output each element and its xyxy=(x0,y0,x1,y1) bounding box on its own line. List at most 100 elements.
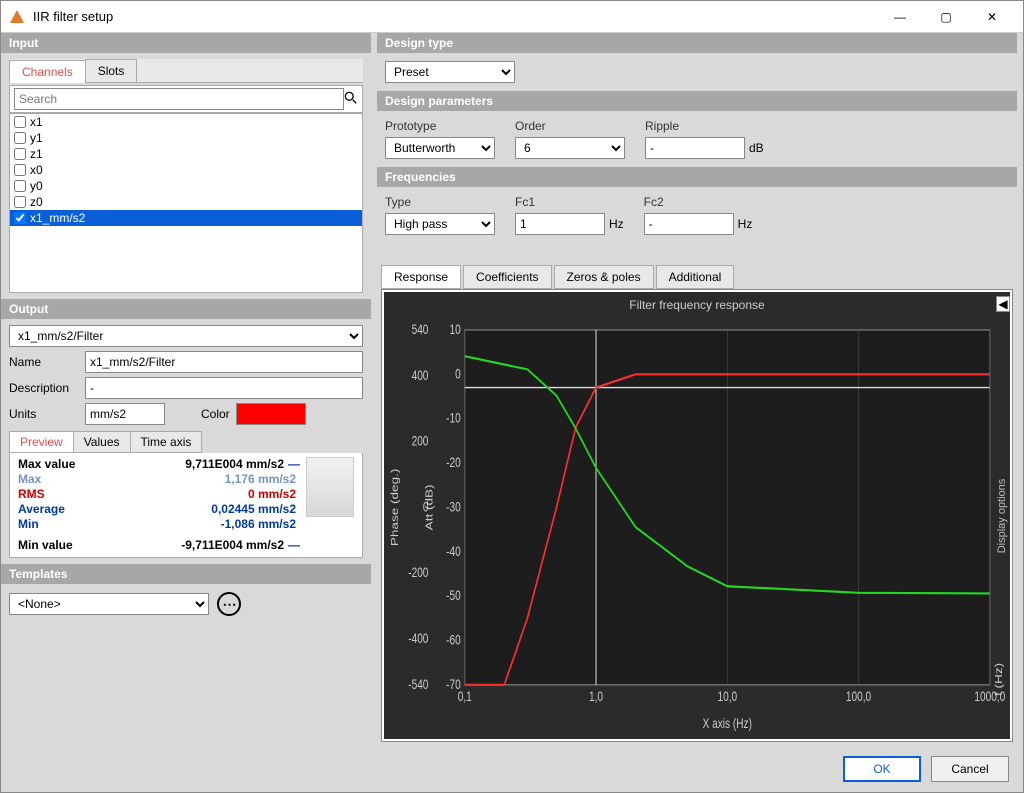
svg-text:1,0: 1,0 xyxy=(589,689,603,705)
design-type-panel: Preset xyxy=(377,53,1017,91)
chart-canvas[interactable]: Filter frequency response ◀ Display opti… xyxy=(384,292,1010,739)
output-header: Output xyxy=(1,299,371,319)
chart-side-tab[interactable]: ◀ xyxy=(996,296,1010,312)
cancel-button[interactable]: Cancel xyxy=(931,756,1009,782)
app-window: IIR filter setup — ▢ ✕ Input Channels Sl… xyxy=(0,0,1024,793)
channel-row[interactable]: y1 xyxy=(10,130,362,146)
output-panel: x1_mm/s2/Filter Name Description Units C… xyxy=(1,319,371,564)
preview-sparkline xyxy=(306,457,354,517)
stat-minvalue: -9,711E004 mm/s2 xyxy=(108,538,288,553)
tab-response[interactable]: Response xyxy=(381,265,461,289)
tab-preview[interactable]: Preview xyxy=(9,431,74,453)
svg-text:-40: -40 xyxy=(446,543,461,559)
svg-text:-20: -20 xyxy=(446,455,461,471)
dialog-footer: OK Cancel xyxy=(1,746,1023,792)
tab-channels[interactable]: Channels xyxy=(9,60,86,83)
tab-time-axis[interactable]: Time axis xyxy=(130,431,203,453)
display-options-label[interactable]: Display options xyxy=(996,478,1008,553)
stat-max: 1,176 mm/s2 xyxy=(108,472,300,487)
chart-title: Filter frequency response xyxy=(384,298,1010,312)
name-input[interactable] xyxy=(85,351,363,373)
tab-slots[interactable]: Slots xyxy=(85,59,138,82)
search-row xyxy=(9,85,363,113)
order-label: Order xyxy=(515,119,625,133)
channel-label: x1 xyxy=(30,115,43,129)
templates-more-button[interactable]: ⋯ xyxy=(217,592,241,616)
units-input[interactable] xyxy=(85,403,165,425)
right-column: Design type Preset Design parameters Pro… xyxy=(377,33,1023,746)
color-swatch[interactable] xyxy=(236,403,306,425)
channel-checkbox[interactable] xyxy=(14,180,26,192)
fc1-unit: Hz xyxy=(609,217,624,231)
templates-panel: <None> ⋯ xyxy=(1,584,371,624)
svg-text:-10: -10 xyxy=(446,410,461,426)
channel-checkbox[interactable] xyxy=(14,148,26,160)
fc2-unit: Hz xyxy=(738,217,753,231)
svg-text:100,0: 100,0 xyxy=(846,689,872,705)
app-icon xyxy=(9,9,25,25)
svg-text:200: 200 xyxy=(412,433,429,449)
design-type-header: Design type xyxy=(377,33,1017,53)
channel-list[interactable]: x1 y1 z1x0y0z0 x1_mm/s2 xyxy=(9,113,363,293)
freq-type-select[interactable]: High pass xyxy=(385,213,495,235)
prototype-select[interactable]: Butterworth xyxy=(385,137,495,159)
channel-row[interactable]: z0 xyxy=(10,194,362,210)
units-label: Units xyxy=(9,407,79,421)
svg-text:f (Hz): f (Hz) xyxy=(993,663,1005,696)
prototype-label: Prototype xyxy=(385,119,495,133)
tab-additional[interactable]: Additional xyxy=(656,265,735,289)
channel-checkbox[interactable] xyxy=(14,196,26,208)
ripple-input[interactable] xyxy=(645,137,745,159)
search-icon[interactable] xyxy=(344,91,358,108)
stat-maxvalue: 9,711E004 mm/s2 xyxy=(108,457,288,472)
channel-label: x1_mm/s2 xyxy=(30,211,85,225)
tab-coefficients[interactable]: Coefficients xyxy=(463,265,551,289)
chart-svg: 0,11,010,0100,01000,0100-10-20-30-40-50-… xyxy=(384,292,1010,739)
tab-zeros-poles[interactable]: Zeros & poles xyxy=(554,265,654,289)
maximize-button[interactable]: ▢ xyxy=(923,1,969,33)
input-tabs: Channels Slots xyxy=(9,59,363,83)
ok-button[interactable]: OK xyxy=(843,756,921,782)
channel-label: z0 xyxy=(30,195,43,209)
frequencies-header: Frequencies xyxy=(377,167,1017,187)
svg-text:10: 10 xyxy=(450,322,462,338)
description-input[interactable] xyxy=(85,377,363,399)
minimize-button[interactable]: — xyxy=(877,1,923,33)
ripple-label: Ripple xyxy=(645,119,764,133)
close-button[interactable]: ✕ xyxy=(969,1,1015,33)
channel-row[interactable]: x0 xyxy=(10,162,362,178)
svg-text:-400: -400 xyxy=(408,630,428,646)
channel-checkbox[interactable] xyxy=(14,212,26,224)
channel-label: y1 xyxy=(30,131,43,145)
channel-checkbox[interactable] xyxy=(14,116,26,128)
channel-checkbox[interactable] xyxy=(14,132,26,144)
channel-label: z1 xyxy=(30,147,43,161)
output-select[interactable]: x1_mm/s2/Filter xyxy=(9,325,363,347)
channel-row[interactable]: y0 xyxy=(10,178,362,194)
templates-select[interactable]: <None> xyxy=(9,593,209,615)
fc2-input[interactable] xyxy=(644,213,734,235)
tab-values[interactable]: Values xyxy=(73,431,131,453)
stat-max-label: Max xyxy=(18,472,108,487)
search-input[interactable] xyxy=(14,88,344,110)
order-select[interactable]: 6 xyxy=(515,137,625,159)
fc1-input[interactable] xyxy=(515,213,605,235)
svg-text:-540: -540 xyxy=(408,676,428,692)
svg-text:X axis (Hz): X axis (Hz) xyxy=(703,716,752,732)
channel-row[interactable]: x1 xyxy=(10,114,362,130)
svg-text:400: 400 xyxy=(412,368,429,384)
stat-rms: 0 mm/s2 xyxy=(108,487,300,502)
svg-text:Phase (deg.): Phase (deg.) xyxy=(389,469,401,547)
graph-container: Filter frequency response ◀ Display opti… xyxy=(381,289,1013,742)
graph-tabs: Response Coefficients Zeros & poles Addi… xyxy=(377,261,1017,289)
channel-checkbox[interactable] xyxy=(14,164,26,176)
svg-text:540: 540 xyxy=(412,322,429,338)
channel-row[interactable]: x1_mm/s2 xyxy=(10,210,362,226)
design-type-select[interactable]: Preset xyxy=(385,61,515,83)
stat-avg-label: Average xyxy=(18,502,108,517)
fc1-label: Fc1 xyxy=(515,195,624,209)
channel-row[interactable]: z1 xyxy=(10,146,362,162)
svg-text:Att (dB): Att (dB) xyxy=(423,484,435,530)
stat-avg: 0,02445 mm/s2 xyxy=(108,502,300,517)
preview-panel: Max value9,711E004 mm/s2— Max1,176 mm/s2… xyxy=(9,453,363,558)
